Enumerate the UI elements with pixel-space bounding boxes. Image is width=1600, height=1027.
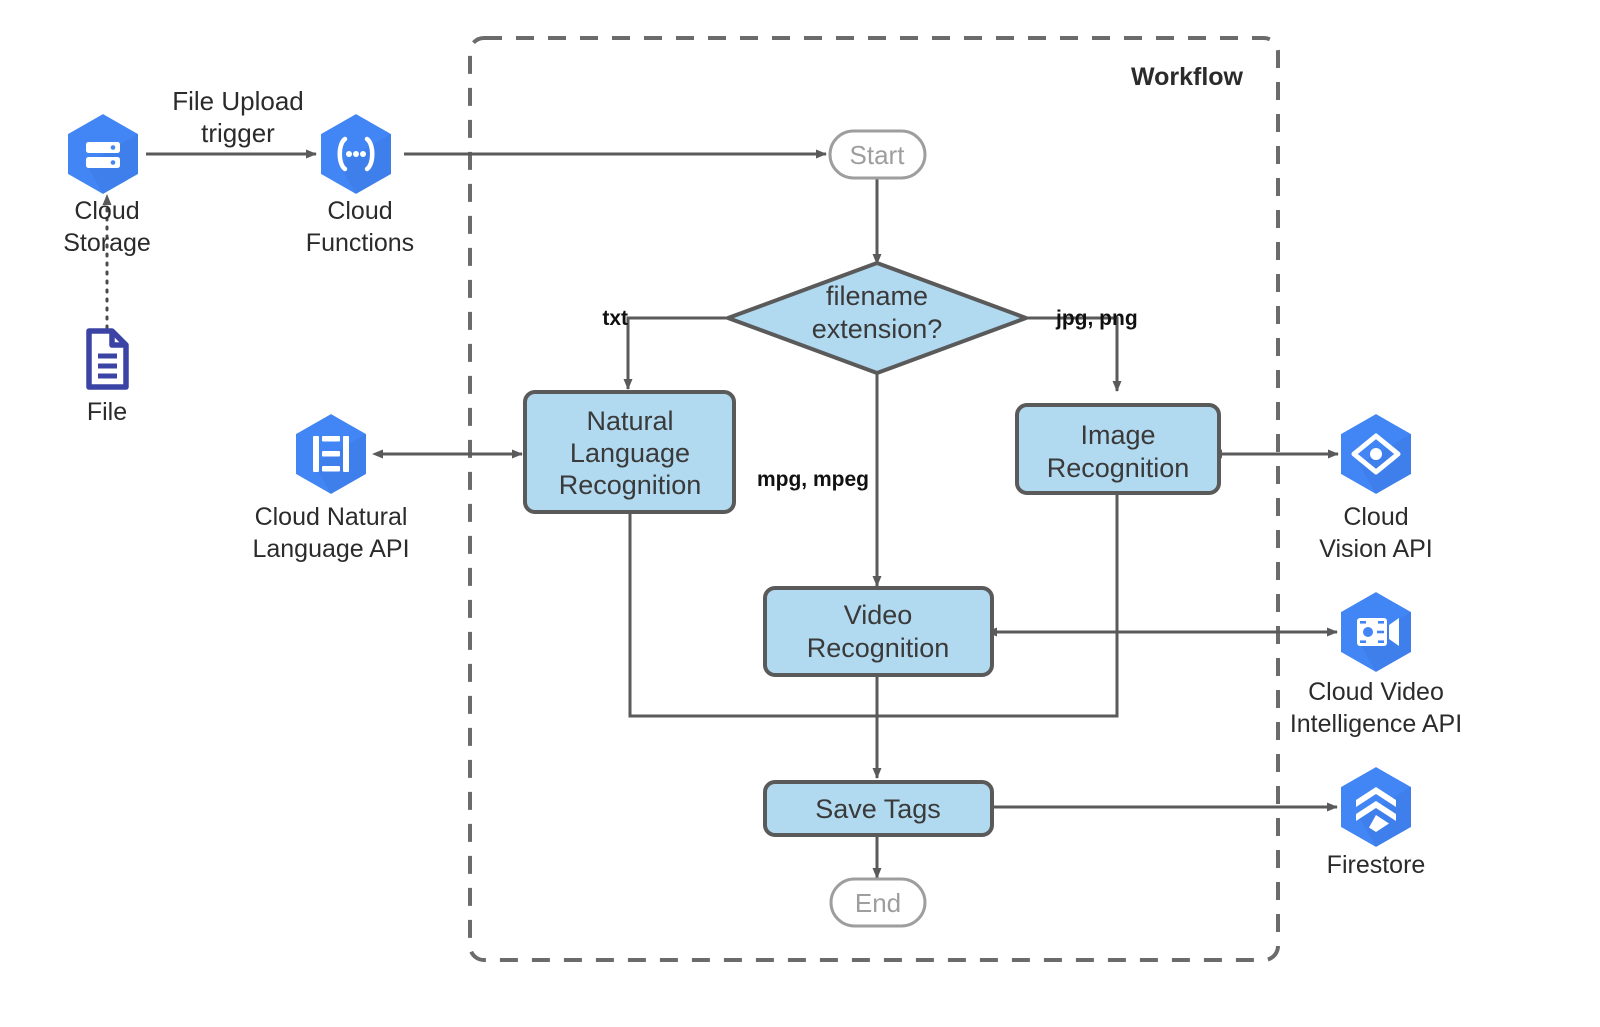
- video-recognition-label-line1: Video: [844, 600, 913, 630]
- decision-label-line2: extension?: [812, 314, 943, 344]
- workflow-group-title: Workflow: [1131, 63, 1244, 91]
- node-filename-extension[interactable]: filename extension?: [726, 261, 1028, 375]
- cloud-functions-label-line2: Functions: [306, 229, 414, 257]
- video-api-label-line1: Cloud Video: [1308, 678, 1444, 706]
- vision-api-label-line2: Vision API: [1319, 535, 1433, 563]
- node-end[interactable]: End: [829, 877, 927, 928]
- service-cloud-functions[interactable]: Cloud Functions: [306, 114, 414, 257]
- file-label: File: [87, 398, 127, 426]
- service-cloud-vision-api[interactable]: Cloud Vision API: [1319, 414, 1433, 563]
- decision-label-line1: filename: [826, 281, 928, 311]
- node-save-tags[interactable]: Save Tags: [763, 780, 994, 837]
- edge-label-mpg-mpeg: mpg, mpeg: [757, 468, 869, 491]
- cloud-storage-label-line1: Cloud: [74, 197, 139, 225]
- node-video-recognition[interactable]: Video Recognition: [763, 586, 994, 677]
- nl-api-glyph: [313, 436, 349, 472]
- diagram-canvas: Workflow File Upload trigger txt jpg, pn…: [63, 36, 1462, 962]
- node-start[interactable]: Start: [828, 129, 927, 180]
- edge-label-file-upload-trigger-line2: trigger: [201, 118, 275, 148]
- cloud-storage-label-line2: Storage: [63, 229, 151, 257]
- node-natural-language-recognition[interactable]: Natural Language Recognition: [523, 390, 736, 514]
- nl-recognition-label-line1: Natural: [586, 406, 673, 436]
- service-cloud-video-intelligence-api[interactable]: Cloud Video Intelligence API: [1290, 592, 1462, 738]
- service-cloud-natural-language-api[interactable]: Cloud Natural Language API: [252, 414, 410, 563]
- video-api-label-line2: Intelligence API: [1290, 710, 1462, 738]
- edge-label-txt: txt: [602, 307, 628, 330]
- node-image-recognition[interactable]: Image Recognition: [1015, 403, 1221, 495]
- cloud-functions-label-line1: Cloud: [327, 197, 392, 225]
- nl-api-label-line1: Cloud Natural: [255, 503, 408, 531]
- image-recognition-label-line2: Recognition: [1047, 453, 1190, 483]
- edge-label-file-upload-trigger-line1: File Upload: [172, 86, 304, 116]
- service-file[interactable]: File: [86, 328, 129, 426]
- end-label: End: [855, 888, 901, 918]
- cloud-functions-dots: [346, 151, 366, 157]
- nl-api-label-line2: Language API: [252, 535, 409, 563]
- architecture-diagram: Workflow File Upload trigger txt jpg, pn…: [0, 0, 1600, 1027]
- vision-api-label-line1: Cloud: [1343, 503, 1408, 531]
- nl-recognition-label-line3: Recognition: [559, 470, 702, 500]
- edge-decision-to-nl: [623, 316, 728, 390]
- cloud-storage-icon: [68, 114, 138, 194]
- nl-recognition-label-line2: Language: [570, 438, 690, 468]
- edge-label-jpg-png: jpg, png: [1055, 307, 1138, 330]
- service-firestore[interactable]: Firestore: [1327, 767, 1426, 879]
- firestore-label: Firestore: [1327, 851, 1426, 879]
- video-recognition-label-line2: Recognition: [807, 633, 950, 663]
- save-tags-label: Save Tags: [815, 794, 941, 824]
- service-cloud-storage[interactable]: Cloud Storage: [63, 114, 151, 257]
- file-icon: [86, 328, 129, 390]
- image-recognition-label-line1: Image: [1080, 420, 1155, 450]
- start-label: Start: [850, 140, 906, 170]
